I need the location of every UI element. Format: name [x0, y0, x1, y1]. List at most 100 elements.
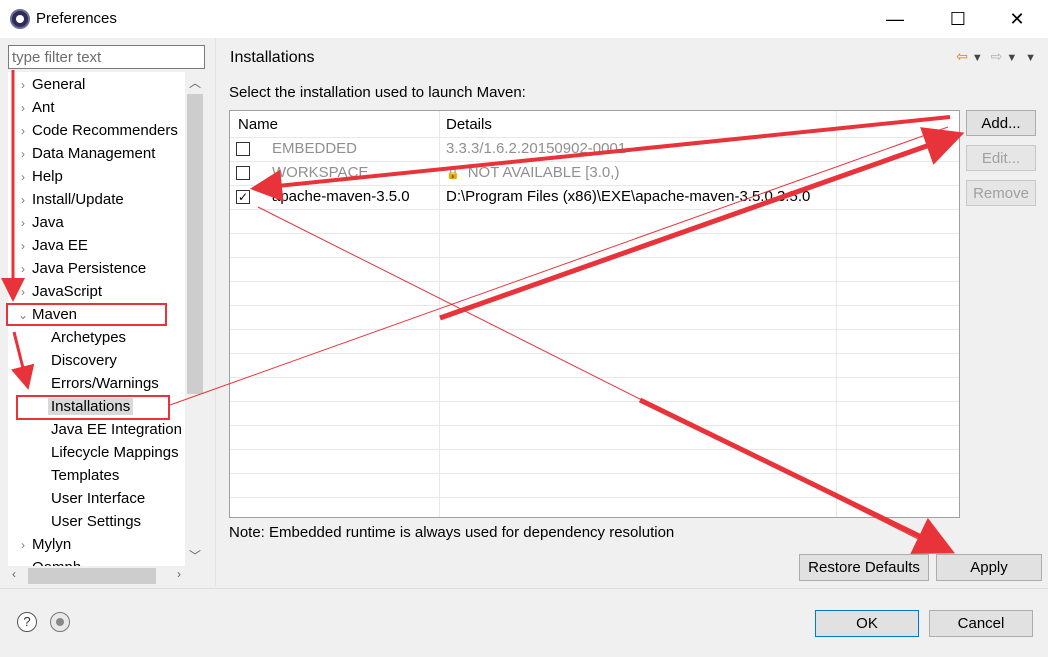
- chevron-right-icon[interactable]: ›: [16, 166, 30, 188]
- checkbox-unchecked[interactable]: [236, 142, 250, 156]
- tree-item[interactable]: Installations: [48, 396, 134, 418]
- column-header-name[interactable]: Name: [238, 116, 278, 133]
- chevron-right-icon[interactable]: ›: [16, 258, 30, 280]
- note-text: Note: Embedded runtime is always used fo…: [229, 524, 675, 541]
- view-menu-icon[interactable]: ▼: [1025, 52, 1036, 64]
- title-bar: Preferences — ☐ ✕: [0, 0, 1048, 38]
- help-icon[interactable]: ?: [17, 612, 37, 632]
- tree-item[interactable]: ›Oomph: [16, 557, 81, 566]
- row-line: [230, 473, 959, 474]
- forward-menu-icon[interactable]: ▼: [1006, 52, 1017, 64]
- apply-button[interactable]: Apply: [936, 554, 1042, 581]
- row-line: [230, 281, 959, 282]
- details-text: NOT AVAILABLE [3.0,): [467, 164, 620, 181]
- row-line: [230, 305, 959, 306]
- chevron-right-icon[interactable]: ›: [16, 189, 30, 211]
- tree-vertical-scrollbar[interactable]: ︿ ﹀: [185, 72, 205, 566]
- tree-item[interactable]: Archetypes: [51, 327, 126, 349]
- chevron-right-icon[interactable]: ›: [16, 120, 30, 142]
- scroll-up-icon[interactable]: ︿: [189, 74, 201, 91]
- tree-item[interactable]: › Install/Update: [16, 189, 124, 211]
- tree-item[interactable]: Java EE Integration: [51, 419, 182, 441]
- remove-button[interactable]: Remove: [966, 180, 1036, 206]
- chevron-right-icon[interactable]: ›: [16, 235, 30, 257]
- row-line: [230, 401, 959, 402]
- tree-horizontal-scrollbar[interactable]: ‹ ›: [8, 566, 185, 586]
- tree-item-label: Install/Update: [32, 191, 124, 208]
- tree-item[interactable]: ⌄ Maven: [16, 304, 77, 326]
- installation-details: D:\Program Files (x86)\EXE\apache-maven-…: [446, 185, 810, 209]
- back-menu-icon[interactable]: ▼: [972, 52, 983, 64]
- tree-item[interactable]: › Data Management: [16, 143, 155, 165]
- tree-item-label: Data Management: [32, 145, 156, 162]
- chevron-right-icon[interactable]: ›: [16, 212, 30, 234]
- page-title: Installations: [230, 49, 315, 66]
- row-line: [230, 329, 959, 330]
- add-button[interactable]: Add...: [966, 110, 1036, 136]
- nav-divider: [215, 38, 216, 586]
- tree-item[interactable]: › JavaScript: [16, 281, 102, 303]
- tree-item[interactable]: Discovery: [51, 350, 117, 372]
- row-line: [230, 497, 959, 498]
- scroll-right-icon[interactable]: ›: [177, 567, 181, 581]
- minimize-button[interactable]: —: [880, 6, 910, 32]
- back-arrow-icon[interactable]: ⇦: [956, 48, 968, 64]
- filter-input[interactable]: [8, 45, 205, 69]
- row-line: [230, 449, 959, 450]
- close-button[interactable]: ✕: [1002, 6, 1032, 32]
- row-line: [230, 425, 959, 426]
- eclipse-icon: [10, 9, 30, 29]
- tree-item-label: Java: [32, 214, 64, 231]
- chevron-right-icon[interactable]: ›: [16, 74, 30, 96]
- tree-item[interactable]: Templates: [51, 465, 119, 487]
- edit-button[interactable]: Edit...: [966, 145, 1036, 171]
- tree-item[interactable]: › Code Recommenders: [16, 120, 178, 142]
- chevron-down-icon[interactable]: ⌄: [16, 304, 30, 326]
- table-row[interactable]: WORKSPACE 🔒 NOT AVAILABLE [3.0,): [230, 161, 959, 185]
- checkbox-checked[interactable]: ✓: [236, 190, 250, 204]
- tree-item-label: Java EE: [32, 237, 88, 254]
- cancel-button[interactable]: Cancel: [929, 610, 1033, 637]
- chevron-right-icon[interactable]: ›: [16, 143, 30, 165]
- maximize-button[interactable]: ☐: [943, 6, 973, 32]
- tree-item-label: Archetypes: [51, 329, 127, 346]
- tree-item-label: User Interface: [51, 490, 146, 507]
- tree-item-label: Discovery: [51, 352, 117, 369]
- installation-name: EMBEDDED: [272, 140, 358, 157]
- table-row[interactable]: ✓ apache-maven-3.5.0 D:\Program Files (x86…: [230, 185, 959, 209]
- row-line: [230, 353, 959, 354]
- page-description: Select the installation used to launch M…: [229, 84, 526, 101]
- column-header-details[interactable]: Details: [446, 116, 492, 133]
- tree-item[interactable]: Errors/Warnings: [51, 373, 159, 395]
- tree-item[interactable]: User Settings: [51, 511, 141, 533]
- tree-item[interactable]: › Mylyn: [16, 534, 71, 556]
- tree-item[interactable]: User Interface: [51, 488, 145, 510]
- table-row[interactable]: EMBEDDED 3.3.3/1.6.2.20150902-0001: [230, 137, 959, 161]
- tree-item-label: Templates: [51, 467, 120, 484]
- tree-item-label: Java Persistence: [32, 260, 147, 277]
- chevron-right-icon[interactable]: ›: [16, 534, 30, 556]
- chevron-right-icon[interactable]: ›: [16, 557, 30, 566]
- checkbox-unchecked[interactable]: [236, 166, 250, 180]
- forward-arrow-icon[interactable]: ⇨: [991, 48, 1003, 64]
- tree-item[interactable]: › Java: [16, 212, 64, 234]
- ok-button[interactable]: OK: [815, 610, 919, 637]
- tree-item[interactable]: › General: [16, 74, 85, 96]
- warning-lock-icon: 🔒: [446, 168, 460, 180]
- chevron-right-icon[interactable]: ›: [16, 97, 30, 119]
- scroll-thumb[interactable]: [187, 94, 203, 394]
- import-export-icon[interactable]: [50, 612, 70, 632]
- history-nav: ⇦ ▼ ⇨ ▼ ▼: [952, 48, 1036, 65]
- tree-item[interactable]: › Java EE: [16, 235, 88, 257]
- tree-item[interactable]: › Java Persistence: [16, 258, 146, 280]
- installation-name: WORKSPACE: [272, 164, 369, 181]
- scroll-left-icon[interactable]: ‹: [12, 567, 16, 581]
- tree-item[interactable]: Lifecycle Mappings: [51, 442, 179, 464]
- scroll-down-icon[interactable]: ﹀: [189, 547, 201, 564]
- chevron-right-icon[interactable]: ›: [16, 281, 30, 303]
- preferences-tree: › General › Ant › Code Recommenders › Data Mana…: [8, 72, 185, 566]
- scroll-thumb-horizontal[interactable]: [28, 568, 156, 584]
- tree-item[interactable]: › Help: [16, 166, 63, 188]
- tree-item[interactable]: › Ant: [16, 97, 55, 119]
- restore-defaults-button[interactable]: Restore Defaults: [799, 554, 929, 581]
